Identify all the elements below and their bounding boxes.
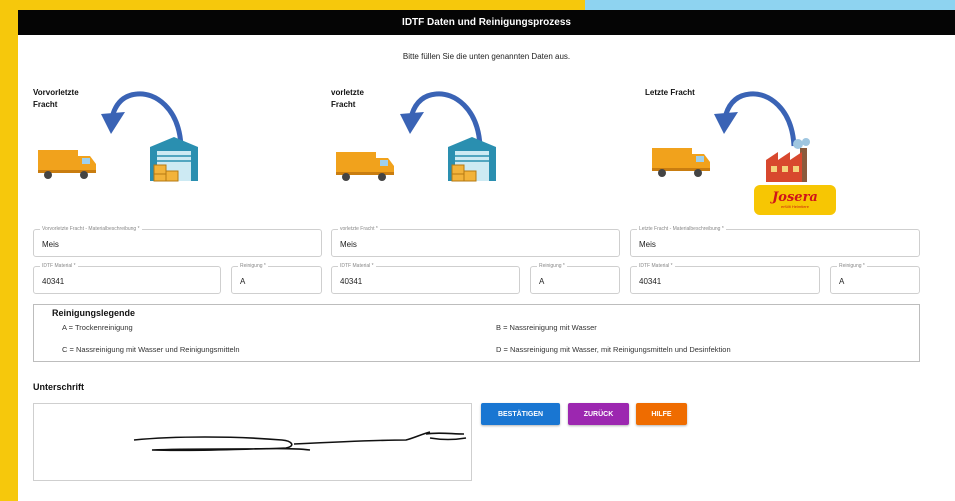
factory-icon (766, 138, 810, 182)
cleaning-field-vorvorletzte[interactable]: Reinigung * A (231, 263, 322, 294)
page-title: IDTF Daten und Reinigungsprozess (402, 17, 571, 28)
back-button[interactable]: ZURÜCK (568, 403, 629, 425)
page-header: IDTF Daten und Reinigungsprozess (18, 10, 955, 35)
top-accent-band (585, 0, 955, 10)
section-title-letzte: Letzte Fracht (645, 88, 695, 97)
intro-text: Bitte füllen Sie die unten genannten Dat… (402, 52, 571, 61)
legend-item-b: B = Nassreinigung mit Wasser (496, 323, 597, 332)
section-title-vorvorletzte: Vorvorletzte Fracht (33, 88, 79, 109)
cleaning-field-vorletzte[interactable]: Reinigung * A (530, 263, 620, 294)
signature-stroke (133, 431, 467, 452)
signature-label: Unterschrift (33, 382, 85, 392)
legend-item-d: D = Nassreinigung mit Wasser, mit Reinig… (496, 345, 731, 354)
help-button[interactable]: HILFE (636, 403, 687, 425)
material-field-vorletzte[interactable]: vorletzte Fracht * Meis (331, 226, 620, 257)
section-title-vorletzte: vorletzte Fracht (331, 88, 364, 109)
truck-icon (38, 150, 96, 179)
confirm-button[interactable]: BESTÄTIGEN (481, 403, 560, 425)
signature-pad[interactable] (33, 403, 472, 481)
form-page: IDTF Daten und Reinigungsprozess Bitte f… (18, 10, 955, 501)
legend-title: Reinigungslegende (52, 308, 136, 318)
cleaning-legend: Reinigungslegende A = Trockenreinigung B… (33, 304, 920, 362)
idtf-material-field-vorvorletzte[interactable]: IDTF Material * 40341 (33, 263, 221, 294)
material-field-vorvorletzte[interactable]: Vorvorletzte Fracht - Materialbeschreibu… (33, 226, 322, 257)
josera-logo: Josera erfüllt Heimtiere (754, 185, 836, 215)
warehouse-icon (448, 137, 496, 182)
truck-icon (652, 148, 710, 177)
truck-icon (336, 152, 394, 181)
material-field-letzte[interactable]: Letzte Fracht - Materialbeschreibung * M… (630, 226, 920, 257)
idtf-material-field-vorletzte[interactable]: IDTF Material * 40341 (331, 263, 520, 294)
legend-item-a: A = Trockenreinigung (62, 323, 133, 332)
cleaning-field-letzte[interactable]: Reinigung * A (830, 263, 920, 294)
warehouse-icon (150, 137, 198, 182)
idtf-material-field-letzte[interactable]: IDTF Material * 40341 (630, 263, 820, 294)
legend-item-c: C = Nassreinigung mit Wasser und Reinigu… (62, 345, 240, 354)
